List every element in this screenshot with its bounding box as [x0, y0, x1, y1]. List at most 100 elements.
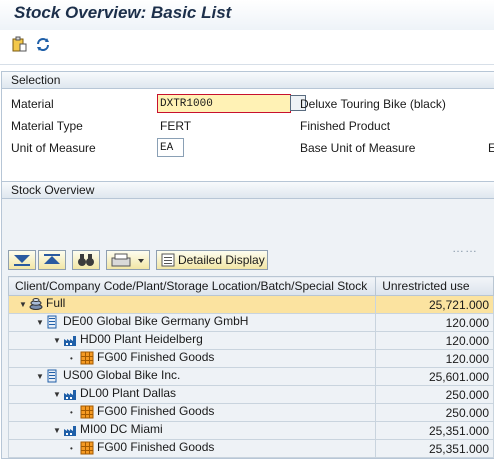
selection-section: Selection Material DXTR1000 Deluxe Touri… [1, 71, 494, 183]
tree-node[interactable]: ▼ US00 Global Bike Inc. [13, 368, 371, 385]
application-toolbar [0, 30, 494, 65]
uom-trailing: E [488, 141, 494, 155]
printer-icon [111, 253, 144, 267]
stack-icon [29, 297, 43, 310]
unrestricted-use-cell[interactable]: 120.000 [375, 331, 494, 350]
tree-node[interactable]: • FG00 Finished Goods [13, 350, 371, 367]
stock-tree-body: ▼ Full 25,721.000 ▼ DE00 Global Bike Germany… [7, 295, 494, 458]
material-type-row: Material Type FERT Finished Product [2, 116, 494, 137]
table-row[interactable]: • FG00 Finished Goods 120.000 [7, 349, 494, 368]
material-label: Material [11, 97, 54, 111]
plant-icon [64, 425, 76, 436]
expand-toggle-icon[interactable]: ▼ [53, 426, 63, 435]
tree-node[interactable]: ▼ Full [13, 296, 371, 313]
table-row[interactable]: ▼ MI00 DC Miami 25,351.000 [7, 421, 494, 440]
page-title: Stock Overview: Basic List [14, 3, 232, 22]
tree-node-label: FG00 Finished Goods [97, 404, 215, 418]
tree-cell[interactable]: ▼ HD00 Plant Heidelberg [7, 331, 377, 350]
tree-node[interactable]: ▼ DE00 Global Bike Germany GmbH [13, 314, 371, 331]
plant-icon [64, 389, 76, 400]
binoculars-icon [78, 254, 94, 266]
uom-value: EA [160, 142, 174, 154]
find-button[interactable] [72, 250, 100, 270]
stock-tree-table: Client/Company Code/Plant/Storage Locati… [7, 276, 494, 458]
company-icon [47, 369, 57, 383]
tree-node-label: US00 Global Bike Inc. [63, 368, 181, 382]
leaf-bullet-icon: • [70, 444, 73, 453]
tree-cell[interactable]: ▼ DL00 Plant Dallas [7, 385, 377, 404]
uom-row: Unit of Measure EA Base Unit of Measure … [2, 138, 494, 159]
selection-header: Selection [2, 72, 494, 89]
expand-toggle-icon[interactable]: ▼ [36, 318, 46, 327]
refresh-icon[interactable] [35, 36, 53, 54]
tree-cell[interactable]: • FG00 Finished Goods [7, 403, 377, 422]
table-row[interactable]: ▼ DE00 Global Bike Germany GmbH 120.000 [7, 313, 494, 332]
tree-cell[interactable]: • FG00 Finished Goods [7, 349, 377, 368]
table-row[interactable]: ▼ DL00 Plant Dallas 250.000 [7, 385, 494, 404]
unrestricted-use-cell[interactable]: 250.000 [375, 385, 494, 404]
leaf-bullet-icon: • [70, 354, 73, 363]
column-header-hierarchy[interactable]: Client/Company Code/Plant/Storage Locati… [7, 276, 377, 296]
overview-header: Stock Overview [2, 182, 494, 199]
tree-cell[interactable]: ▼ Full [7, 295, 377, 314]
detailed-display-button[interactable]: Detailed Display [156, 250, 268, 270]
expand-toggle-icon[interactable]: ▼ [53, 336, 63, 345]
tree-cell[interactable]: • FG00 Finished Goods [7, 439, 377, 458]
expand-all-button[interactable] [8, 250, 36, 270]
tree-node[interactable]: ▼ DL00 Plant Dallas [13, 386, 371, 403]
unrestricted-use-cell[interactable]: 120.000 [375, 313, 494, 332]
table-row[interactable]: • FG00 Finished Goods 25,351.000 [7, 439, 494, 458]
tree-node[interactable]: ▼ HD00 Plant Heidelberg [13, 332, 371, 349]
column-header-unrestricted[interactable]: Unrestricted use [375, 276, 494, 296]
print-button[interactable] [106, 250, 150, 270]
unrestricted-use-cell[interactable]: 250.000 [375, 403, 494, 422]
title-bar: Stock Overview: Basic List [0, 0, 494, 30]
material-description: Deluxe Touring Bike (black) [300, 97, 446, 111]
tree-node-label: FG00 Finished Goods [97, 350, 215, 364]
tree-node-label: DL00 Plant Dallas [80, 386, 177, 400]
detailed-display-label: Detailed Display [178, 253, 265, 267]
company-icon [47, 315, 57, 329]
material-type-value: FERT [160, 119, 192, 133]
tree-node[interactable]: • FG00 Finished Goods [13, 404, 371, 421]
unrestricted-use-cell[interactable]: 25,351.000 [375, 421, 494, 440]
expand-toggle-icon[interactable]: ▼ [53, 390, 63, 399]
selection-body: Material DXTR1000 Deluxe Touring Bike (b… [2, 89, 494, 181]
tree-node-label: FG00 Finished Goods [97, 440, 215, 454]
uom-field[interactable]: EA [157, 138, 184, 157]
tree-node-label: Full [46, 296, 66, 310]
tree-node-label: HD00 Plant Heidelberg [80, 332, 203, 346]
collapse-all-button[interactable] [38, 250, 66, 270]
detail-icon [161, 253, 175, 267]
material-value: DXTR1000 [160, 98, 213, 110]
plant-icon [64, 335, 76, 346]
uom-description: Base Unit of Measure [300, 141, 416, 155]
tree-cell[interactable]: ▼ US00 Global Bike Inc. [7, 367, 377, 386]
unrestricted-use-cell[interactable]: 120.000 [375, 349, 494, 368]
overview-header-label: Stock Overview [11, 183, 95, 197]
storage-icon [80, 441, 94, 455]
clipboard-icon[interactable] [11, 36, 29, 54]
tree-node[interactable]: • FG00 Finished Goods [13, 440, 371, 457]
tree-node[interactable]: ▼ MI00 DC Miami [13, 422, 371, 439]
storage-icon [80, 351, 94, 365]
expand-toggle-icon[interactable]: ▼ [36, 372, 46, 381]
material-row: Material DXTR1000 Deluxe Touring Bike (b… [2, 94, 494, 115]
table-row[interactable]: ▼ HD00 Plant Heidelberg 120.000 [7, 331, 494, 350]
uom-label: Unit of Measure [11, 141, 96, 155]
table-row[interactable]: ▼ US00 Global Bike Inc. 25,601.000 [7, 367, 494, 386]
tree-node-label: DE00 Global Bike Germany GmbH [63, 314, 249, 328]
material-type-label: Material Type [11, 119, 83, 133]
table-row[interactable]: ▼ Full 25,721.000 [7, 295, 494, 314]
expand-toggle-icon[interactable]: ▼ [19, 300, 29, 309]
unrestricted-use-cell[interactable]: 25,351.000 [375, 439, 494, 458]
table-header-row: Client/Company Code/Plant/Storage Locati… [7, 276, 494, 296]
material-type-description: Finished Product [300, 119, 391, 133]
unrestricted-use-cell[interactable]: 25,601.000 [375, 367, 494, 386]
expand-all-icon [14, 255, 30, 266]
table-row[interactable]: • FG00 Finished Goods 250.000 [7, 403, 494, 422]
material-input[interactable]: DXTR1000 [157, 94, 291, 113]
unrestricted-use-cell[interactable]: 25,721.000 [375, 295, 494, 314]
tree-cell[interactable]: ▼ DE00 Global Bike Germany GmbH [7, 313, 377, 332]
tree-cell[interactable]: ▼ MI00 DC Miami [7, 421, 377, 440]
